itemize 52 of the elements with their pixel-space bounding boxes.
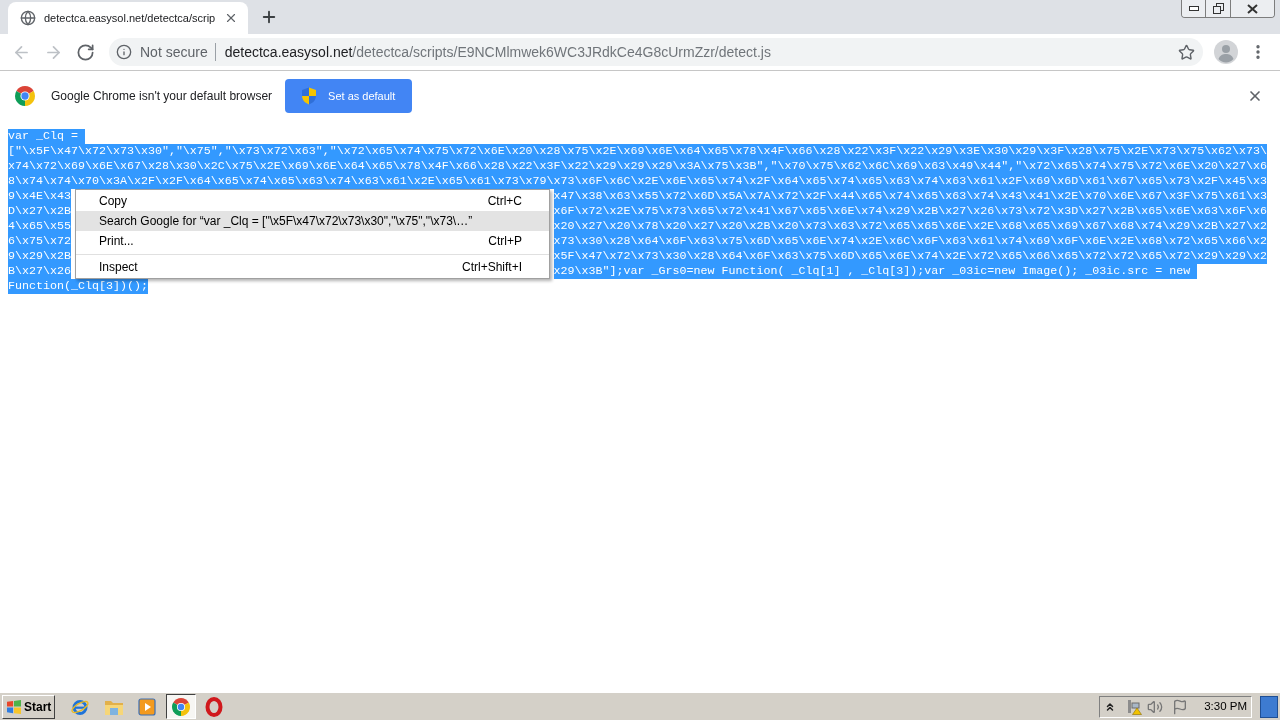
globe-icon [20, 10, 36, 26]
taskbar-button[interactable] [165, 694, 196, 719]
menu-item[interactable]: Inspect Ctrl+Shift+I [76, 257, 549, 277]
address-bar[interactable]: Not secure detectca.easysol.net/detectca/scripts/E9NCMlmwek6WC3JRdkCe4G8cUrmZzr/detect.js [109, 38, 1203, 66]
code-text: x5F\x47\x72\x73\x30\x28\x64\x6F\x63\x75\x6D\x65\x6E\x74\x2E\x72\x65\x66\x65\x72\x72\x65\x72\x29\x29\x2 [553, 249, 1268, 264]
menu-item[interactable]: Search Google for “var _Clq = ["\x5F\x47\x72\x73\x30","\x75","\x73\…” [76, 211, 549, 231]
url-text: detectca.easysol.net/detectca/scripts/E9NCMlmwek6WC3JRdkCe4G8cUrmZzr/detect.js [224, 42, 771, 62]
code-text: 9\x29\x2B [8, 249, 71, 264]
site-info-button[interactable]: Not secure [116, 41, 208, 63]
reload-icon[interactable] [75, 42, 95, 62]
play-icon [138, 697, 156, 716]
bookmark-star-icon[interactable] [1178, 43, 1195, 61]
set-default-button[interactable]: Set as default [285, 79, 413, 113]
show-desktop-button[interactable] [1260, 695, 1278, 718]
chrome-logo-icon [171, 697, 190, 716]
flag-icon[interactable] [1172, 698, 1189, 715]
close-icon[interactable] [1247, 88, 1263, 104]
menu-item[interactable]: Print... Ctrl+P [76, 231, 549, 251]
restore-icon [1212, 3, 1224, 14]
infobar-message: Google Chrome isn't your default browser [51, 88, 273, 105]
code-text: ["\x5F\x47\x72\x73\x30","\x75","\x73\x72\x63","\x72\x65\x74\x75\x72\x6E\x20\x28\x75\x2E\x69\x6E\x64\x65\x78\x4F\x66\x28\x22\x3F\x22\x29\x3E\x30\x29\x3F\x28\x75\x2E\x73\x75\x62\x73\ [8, 144, 1268, 159]
code-text: x47\x38\x63\x55\x72\x6D\x5A\x7A\x72\x2F\x44\x65\x74\x65\x63\x74\x43\x41\x2E\x70\x6E\x67\x3F\x75\x61\x3 [553, 189, 1268, 204]
code-text: x74\x72\x69\x6E\x67\x28\x30\x2C\x75\x2E\x69\x6E\x64\x65\x78\x4F\x66\x28\x22\x3F\x22\x29\x29\x29\x3A\x75\x3B","\x70\x75\x62\x6C\x69\x63\x49\x44","\x72\x65\x74\x75\x72\x6E\x20\x27\x6 [8, 159, 1268, 174]
minimize-button[interactable] [1182, 0, 1206, 17]
avatar-icon[interactable] [1214, 40, 1238, 64]
code-text: D\x27\x2B [8, 204, 71, 219]
code-text: x73\x30\x28\x64\x6F\x63\x75\x6D\x65\x6E\x74\x2E\x6C\x6F\x63\x61\x74\x69\x6F\x6E\x2E\x68\x72\x65\x66\x2 [553, 234, 1268, 249]
code-text: Function(_Clq[3])(); [8, 279, 148, 294]
menu-item[interactable]: Copy Ctrl+C [76, 191, 549, 211]
code-text: 4\x65\x55 [8, 219, 71, 234]
restore-button[interactable] [1206, 0, 1231, 17]
close-icon [1247, 3, 1258, 14]
code-text: 9\x4E\x43 [8, 189, 71, 204]
tab-close-icon[interactable] [224, 11, 238, 25]
minimize-icon [1188, 6, 1199, 11]
windows-flag-icon [6, 699, 22, 714]
start-button[interactable]: Start [2, 694, 55, 719]
code-text: var _Clq = [8, 129, 85, 144]
speaker-icon[interactable] [1147, 698, 1164, 715]
code-text: x29\x3B"];var _Grs0=new Function( _Clq[1] , _Clq[3]);var _03ic=new Image(); _03ic.src = new [553, 264, 1198, 279]
code-text: B\x27\x26 [8, 264, 71, 279]
chrome-logo-icon [15, 86, 35, 106]
new-tab-icon[interactable] [260, 8, 278, 26]
code-text: 6\x75\x72 [8, 234, 71, 249]
shield-icon [301, 87, 318, 105]
code-text: x6F\x72\x2E\x75\x73\x65\x72\x41\x67\x65\x6E\x74\x29\x2B\x27\x26\x73\x72\x3D\x27\x2B\x65\x6E\x63\x6F\x6 [553, 204, 1268, 219]
code-text: x20\x27\x20\x78\x20\x27\x20\x2B\x20\x73\x63\x72\x65\x65\x6E\x2E\x68\x65\x69\x67\x68\x74\x29\x2B\x27\x2 [553, 219, 1268, 234]
info-icon [116, 44, 132, 60]
ring-logo-icon [205, 696, 223, 717]
code-text: 8\x74\x74\x70\x3A\x2F\x2F\x64\x65\x74\x65\x63\x74\x63\x61\x2E\x65\x61\x73\x79\x73\x6F\x6C\x2E\x6E\x65\x74\x2F\x64\x65\x74\x65\x63\x74\x63\x61\x2F\x69\x6D\x61\x67\x65\x73\x2F\x45\x3 [8, 174, 1268, 189]
close-window-button[interactable] [1231, 0, 1274, 17]
browser-tab[interactable]: detectca.easysol.net/detectca/scrip [8, 2, 248, 34]
